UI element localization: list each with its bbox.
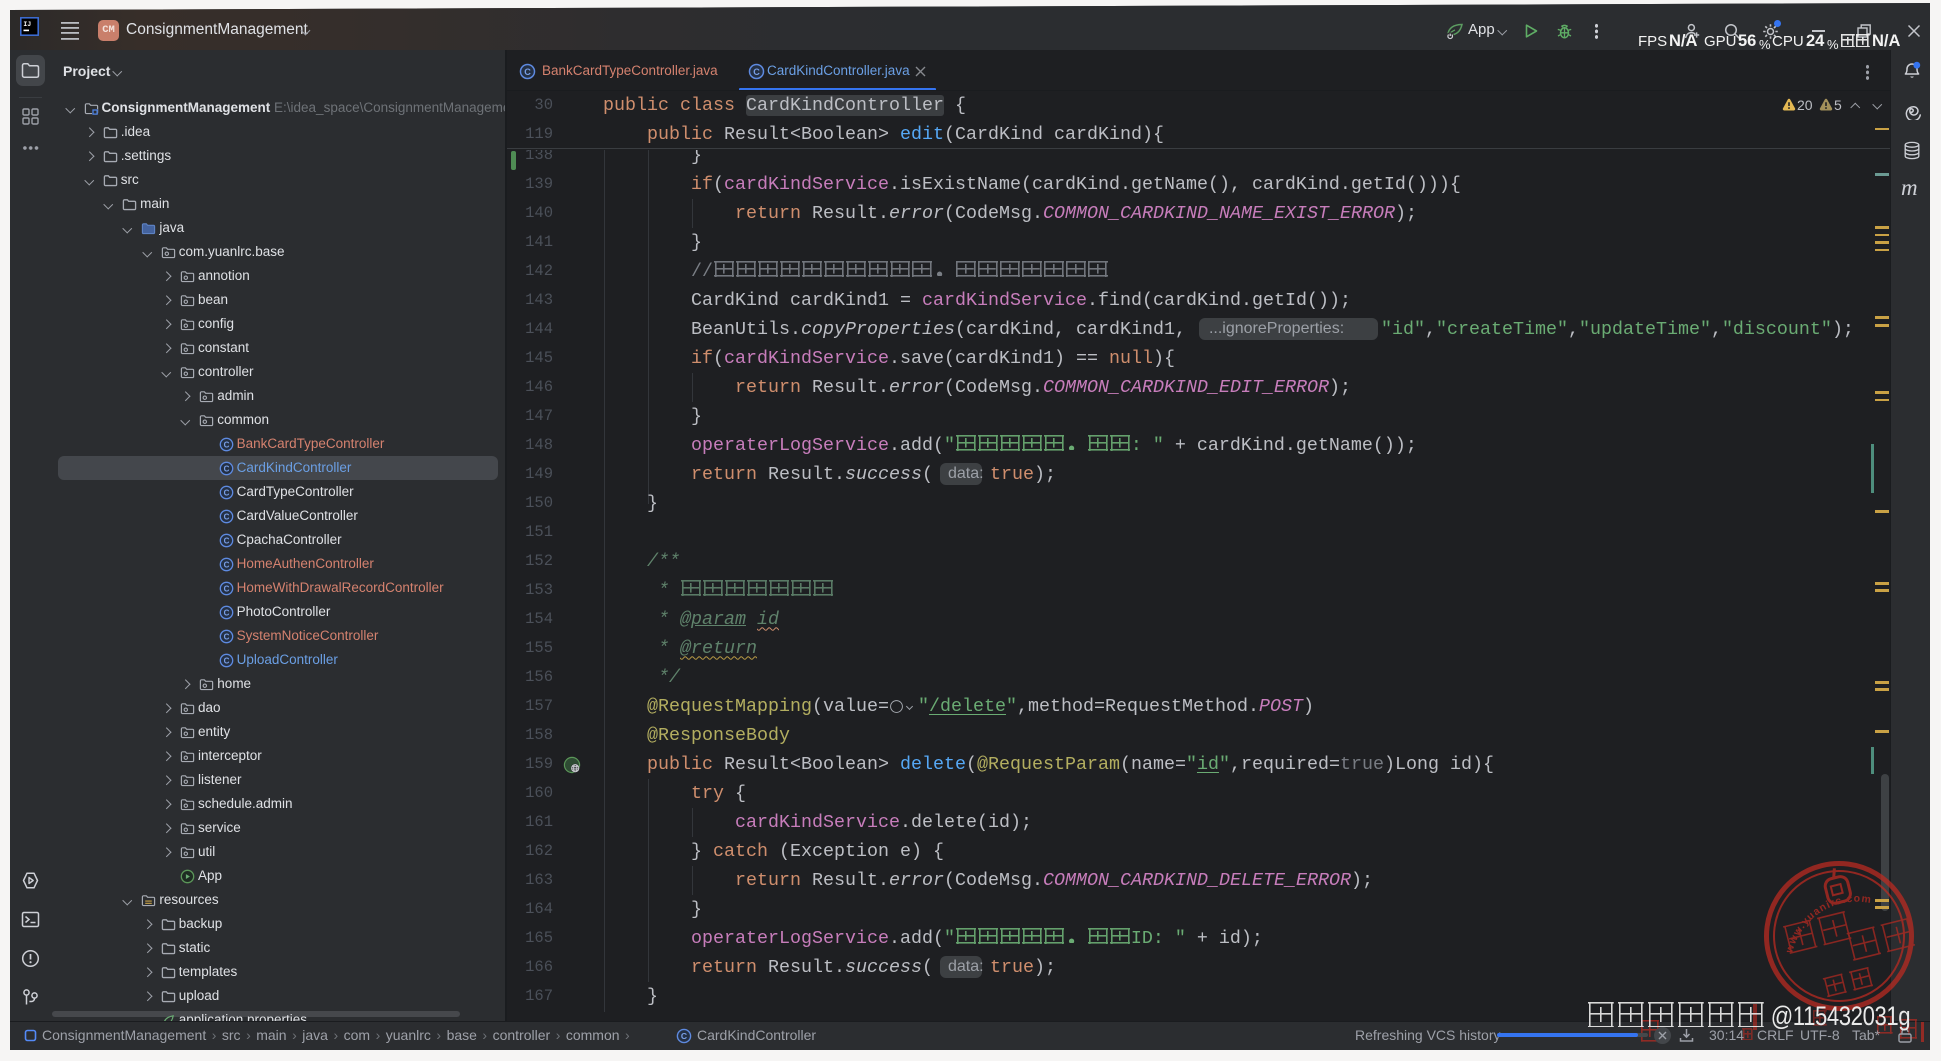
svg-text:C: C (524, 67, 531, 77)
svg-text:IJ: IJ (23, 21, 31, 28)
svg-text:C: C (223, 632, 229, 641)
svg-text:C: C (223, 656, 229, 665)
svg-text:C: C (223, 536, 229, 545)
svg-text:C: C (223, 440, 229, 449)
svg-text:C: C (223, 512, 229, 521)
svg-text:C: C (223, 584, 229, 593)
svg-text:C: C (681, 1031, 687, 1041)
svg-text:C: C (753, 67, 760, 77)
svg-text:C: C (223, 464, 229, 473)
svg-text:C: C (223, 608, 229, 617)
svg-text:C: C (223, 488, 229, 497)
svg-text:C: C (223, 560, 229, 569)
